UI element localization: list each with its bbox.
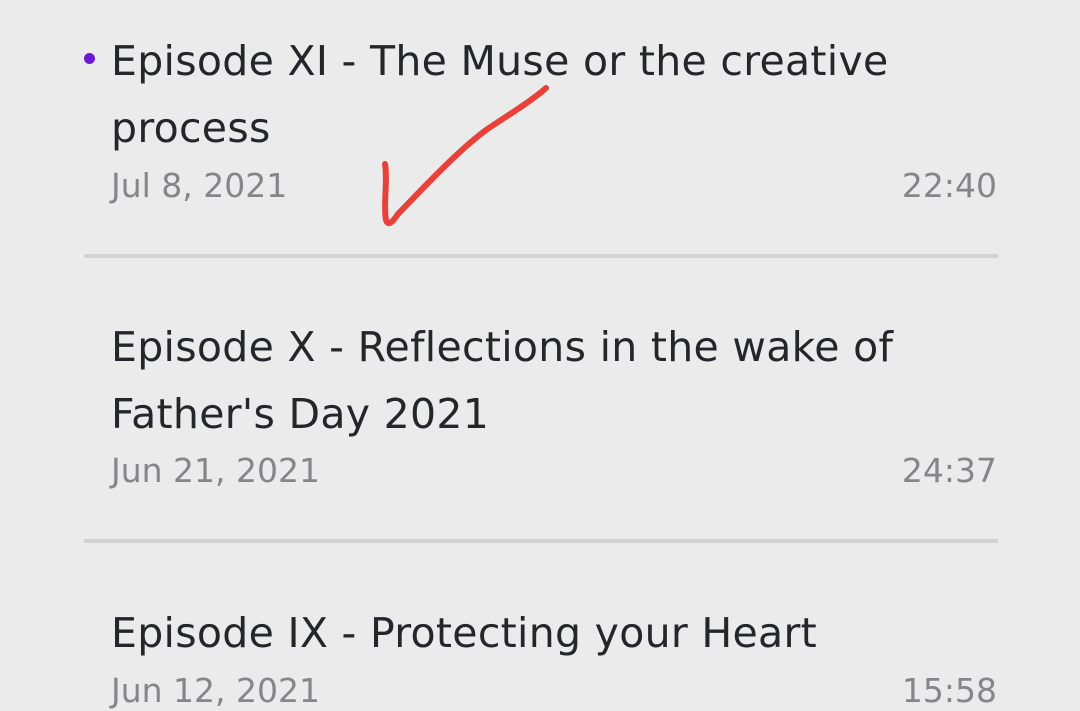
episode-title[interactable]: Episode IX - Protecting your Heart [111, 600, 991, 667]
episode-item-ix[interactable]: Episode IX - Protecting your Heart Jun 1… [0, 543, 1080, 711]
episode-item-x[interactable]: Episode X - Reflections in the wake of F… [0, 258, 1080, 542]
episode-date: Jun 12, 2021 [111, 671, 321, 710]
episode-date: Jul 8, 2021 [111, 166, 288, 205]
handwritten-checkmark-icon [382, 85, 549, 227]
episode-duration: 24:37 [901, 451, 997, 490]
episode-title[interactable]: Episode X - Reflections in the wake of F… [111, 314, 991, 448]
episode-duration: 22:40 [901, 166, 997, 205]
episode-duration: 15:58 [901, 671, 997, 710]
unplayed-indicator-dot [84, 53, 95, 64]
episode-date: Jun 21, 2021 [111, 451, 321, 490]
episode-list: Episode XI - The Muse or the creative pr… [0, 0, 1080, 711]
